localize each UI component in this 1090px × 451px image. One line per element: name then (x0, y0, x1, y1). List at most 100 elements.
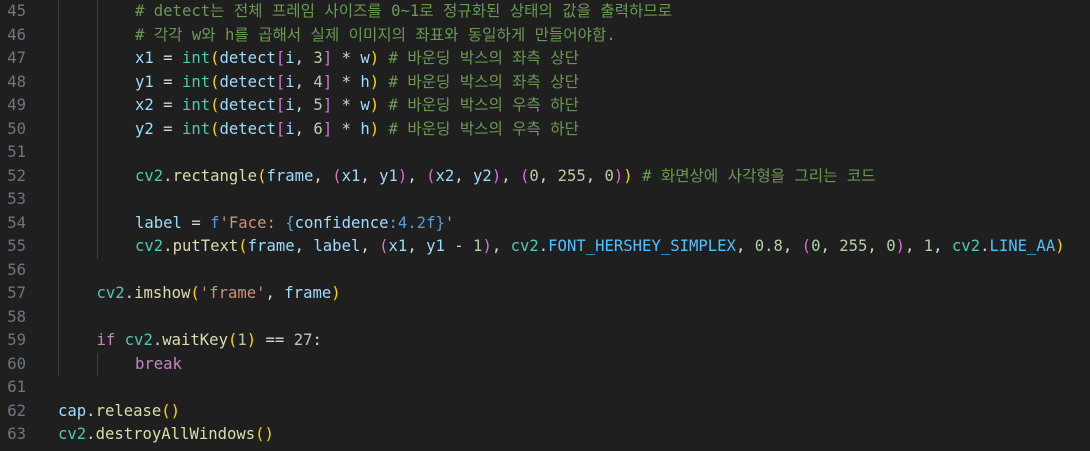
code-token: ( (190, 284, 200, 302)
code-token: - (444, 237, 474, 255)
indent-guide (58, 94, 59, 118)
code-line[interactable]: 56 (0, 258, 1090, 282)
code-token: ( (210, 72, 220, 91)
code-token: () (161, 401, 181, 420)
code-line[interactable]: 61 (0, 376, 1090, 400)
indent-guide (58, 352, 59, 376)
line-number: 47 (7, 49, 26, 67)
code-token: ( (520, 166, 530, 185)
code-token: . (538, 237, 549, 255)
code-line[interactable]: 62 cap.release() (0, 400, 1090, 424)
code-token: [ (275, 49, 286, 67)
code-line[interactable]: 47 x1 = int(detect[i, 3] * w) # 바운딩 박스의 좌… (0, 47, 1090, 71)
code-token: * (332, 72, 361, 91)
code-token: w (360, 96, 370, 114)
line-number: 49 (7, 96, 26, 114)
code-token: * (332, 49, 361, 67)
code-line[interactable]: 53 (0, 188, 1090, 212)
code-token: , (491, 237, 511, 255)
code-token: LINE_AA (989, 237, 1056, 255)
indent-guide (58, 70, 59, 94)
code-token: 0.8 (754, 237, 783, 255)
code-token: = (153, 96, 182, 114)
indent-guide (96, 23, 98, 47)
indent-guide (96, 47, 98, 71)
code-token: ( (379, 237, 389, 255)
code-token: ] (322, 96, 333, 114)
code-line[interactable]: 58 (0, 305, 1090, 329)
code-token: cv2 (96, 284, 125, 302)
code-token: cv2 (58, 425, 87, 443)
line-number: 53 (7, 190, 26, 208)
line-number: 48 (7, 72, 26, 91)
code-line[interactable]: 45 # detect는 전체 프레임 사이즈를 0~1로 정규화된 상태의 값을… (0, 0, 1090, 24)
indent-guide (58, 47, 59, 71)
code-token: , (782, 237, 802, 255)
code-token: cv2 (951, 237, 981, 255)
code-token: confidence (294, 213, 389, 232)
indent-guide (96, 211, 98, 235)
code-token: # 바운딩 박스의 좌측 상단 (388, 49, 579, 67)
line-number: 58 (7, 307, 26, 326)
code-token: , (294, 237, 314, 255)
code-token: cv2 (135, 166, 164, 185)
code-token: int (181, 119, 211, 138)
code-token: , (454, 166, 474, 185)
code-token: ( (210, 96, 220, 114)
code-token: y1 (426, 237, 445, 255)
code-line[interactable]: 54 label = f'Face: {confidence:4.2f}' (0, 211, 1090, 235)
code-token: == (256, 331, 294, 349)
code-token: # 화면상에 사각형을 그리는 코드 (642, 166, 876, 185)
code-token: w (360, 49, 370, 67)
code-token: h (360, 119, 370, 138)
code-token: x2 (435, 166, 455, 185)
code-token: ) (491, 166, 502, 185)
code-text: # 각각 w와 h를 곱해서 실제 이미지의 좌표와 동일하게 만들어야함. (135, 24, 616, 48)
code-token: detect (219, 119, 276, 138)
code-token: # 바운딩 박스의 좌측 상단 (388, 72, 579, 91)
code-token: * (332, 119, 361, 138)
code-token: 0 (886, 237, 896, 255)
code-token: ] (322, 49, 333, 67)
code-token: i (285, 72, 295, 91)
line-number: 57 (7, 284, 26, 302)
indent-guide (58, 258, 59, 282)
line-number: 51 (7, 143, 26, 161)
line-number: 52 (7, 166, 26, 185)
code-line[interactable]: 51 (0, 141, 1090, 165)
code-line[interactable]: 57 cv2.imshow('frame', frame) (0, 282, 1090, 306)
code-token: frame (266, 166, 314, 185)
code-token: ) (369, 119, 380, 138)
code-text: # detect는 전체 프레임 사이즈를 0~1로 정규화된 상태의 값을 출… (135, 0, 672, 24)
code-token: . (124, 284, 135, 302)
code-line[interactable]: 55 cv2.putText(frame, label, (x1, y1 - 1)… (0, 235, 1090, 259)
code-line[interactable]: 48 y1 = int(detect[i, 4] * h) # 바운딩 박스의 좌… (0, 70, 1090, 94)
indent-guide (96, 0, 98, 24)
code-line[interactable]: 60 break (0, 352, 1090, 376)
indent-guide (58, 0, 59, 24)
code-token: , (501, 166, 520, 185)
indent-guide (58, 164, 59, 188)
code-token: , (585, 166, 605, 185)
code-token: , (294, 49, 314, 67)
code-token: ) (246, 331, 257, 349)
code-token: y2 (135, 119, 154, 138)
indent-guide (96, 94, 98, 118)
code-token: } (435, 213, 445, 232)
code-line[interactable]: 49 x2 = int(detect[i, 5] * w) # 바운딩 박스의 우… (0, 94, 1090, 118)
code-line[interactable]: 63 cv2.destroyAllWindows() (0, 423, 1090, 447)
code-token: waitKey (162, 331, 228, 349)
code-line[interactable]: 50 y2 = int(detect[i, 6] * h) # 바운딩 박스의 우… (0, 117, 1090, 142)
code-text: y2 = int(detect[i, 6] * h) # 바운딩 박스의 우측 … (135, 118, 579, 142)
line-number: 61 (7, 378, 26, 396)
code-token: # 각각 w와 h를 곱해서 실제 이미지의 좌표와 동일하게 만들어야함. (135, 25, 616, 44)
code-token: ( (227, 331, 238, 349)
code-token: ( (210, 49, 220, 67)
code-token: cv2 (124, 331, 153, 349)
code-line[interactable]: 52 cv2.rectangle(frame, (x1, y1), (x2, y2… (0, 164, 1090, 188)
code-editor[interactable]: 45 # detect는 전체 프레임 사이즈를 0~1로 정규화된 상태의 값을… (0, 0, 1090, 451)
code-line[interactable]: 59 if cv2.waitKey(1) == 27: (0, 329, 1090, 353)
code-line[interactable]: 46 # 각각 w와 h를 곱해서 실제 이미지의 좌표와 동일하게 만들어야함. (0, 23, 1090, 48)
